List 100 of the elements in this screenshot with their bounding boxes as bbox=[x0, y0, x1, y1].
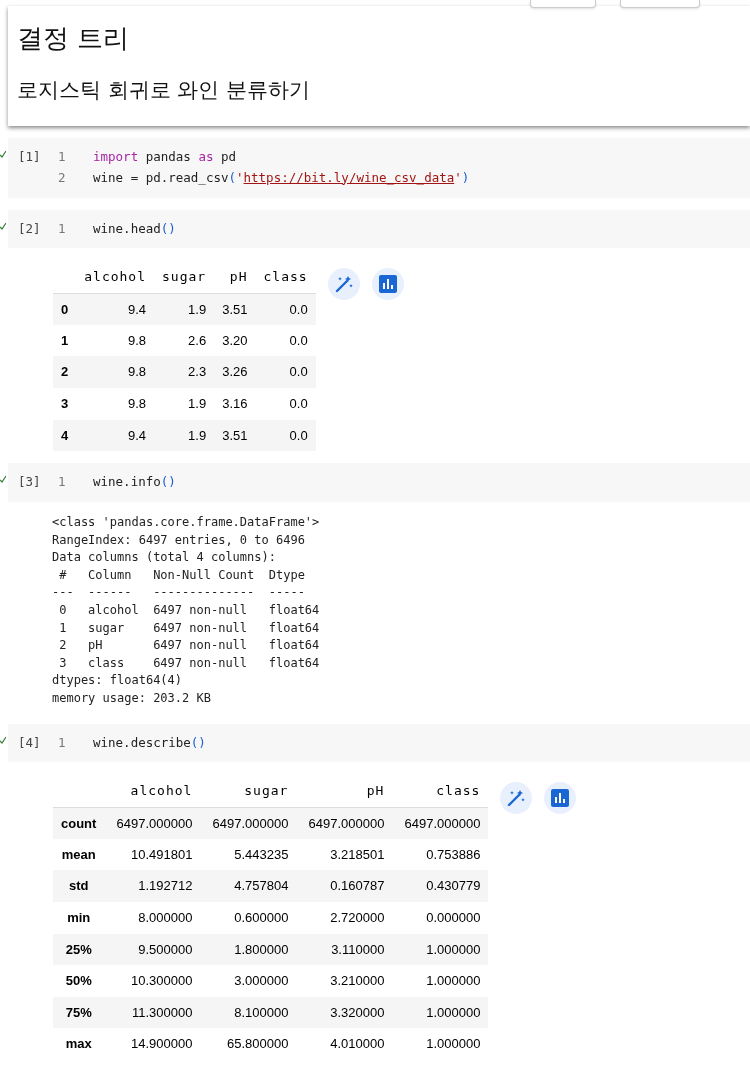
table-cell: 1.000000 bbox=[392, 996, 489, 1029]
code-cell[interactable]: [3] 1 wine.info() bbox=[8, 463, 750, 502]
table-cell: 10.491801 bbox=[104, 838, 201, 871]
table-cell: 1.000000 bbox=[392, 933, 489, 966]
output-line: 1 sugar 6497 non-null float64 bbox=[58, 619, 321, 637]
table-cell: 3.320000 bbox=[296, 996, 393, 1029]
table-cell: 5.443235 bbox=[200, 838, 297, 871]
output-line: 3 class 6497 non-null float64 bbox=[58, 654, 321, 672]
execution-count: [2] bbox=[17, 219, 42, 238]
table-cell: 1.000000 bbox=[392, 1028, 489, 1060]
check-icon bbox=[0, 735, 6, 744]
magic-wand-button[interactable] bbox=[500, 782, 533, 815]
subheading: 로지스틱 회귀로 와인 분류하기 bbox=[17, 77, 312, 104]
output-line: # Column Non-Null Count Dtype bbox=[58, 566, 306, 584]
line-number: 1 bbox=[58, 148, 67, 166]
check-icon bbox=[0, 475, 6, 484]
table-cell: 3.16 bbox=[214, 388, 256, 420]
table-cell: 2.3 bbox=[154, 356, 215, 389]
table-cell: 1.800000 bbox=[200, 933, 297, 966]
row-index: 25% bbox=[53, 933, 105, 966]
output-line: Data columns (total 4 columns): bbox=[52, 549, 277, 567]
code-cell[interactable]: [2] 1 wine.head() bbox=[8, 209, 750, 249]
code-line: import pandas as pd bbox=[93, 148, 236, 166]
magic-wand-button[interactable] bbox=[327, 268, 360, 301]
table-cell: 10.300000 bbox=[104, 965, 201, 997]
row-index: mean bbox=[53, 838, 105, 871]
table-cell: 8.100000 bbox=[200, 996, 297, 1029]
column-header: alcohol bbox=[104, 774, 201, 808]
table-cell: 3.110000 bbox=[296, 933, 393, 966]
table-cell: 3.20 bbox=[214, 324, 256, 357]
text-cell[interactable]: 결정 트리 로지스틱 회귀로 와인 분류하기 bbox=[8, 6, 750, 126]
output-line: <class 'pandas.core.frame.DataFrame'> bbox=[52, 513, 321, 531]
row-index: 4 bbox=[53, 419, 77, 452]
table-cell: 3.51 bbox=[214, 419, 256, 452]
check-icon bbox=[0, 221, 6, 230]
output-line: dtypes: float64(4) bbox=[52, 672, 184, 690]
line-number: 1 bbox=[58, 473, 67, 492]
table-cell: 1.192712 bbox=[104, 870, 201, 903]
row-index: min bbox=[53, 902, 105, 934]
table-cell: 0.0 bbox=[255, 356, 316, 389]
row-index: 0 bbox=[53, 293, 77, 325]
row-index: 2 bbox=[53, 356, 77, 389]
table-cell: 0.000000 bbox=[392, 902, 489, 934]
row-index: count bbox=[53, 807, 105, 839]
table-cell: 0.753886 bbox=[392, 838, 489, 871]
magic-wand-icon bbox=[506, 788, 527, 809]
code-line: wine.head() bbox=[93, 219, 176, 238]
code-cell[interactable]: [4] 1 wine.describe() bbox=[8, 723, 750, 763]
table-cell: 8.000000 bbox=[104, 902, 201, 934]
table-cell: 3.210000 bbox=[296, 965, 393, 997]
table-cell: 4.010000 bbox=[296, 1028, 393, 1060]
table-cell: 0.0 bbox=[255, 293, 316, 325]
table-cell: 1.9 bbox=[154, 419, 215, 452]
table-cell: 0.0 bbox=[255, 419, 316, 452]
code-cell[interactable]: [1] 1 import pandas as pd 2 wine = pd.read_csv('https://bit.ly/wine_csv_data') bbox=[8, 138, 750, 198]
table-cell: 6497.000000 bbox=[104, 807, 201, 839]
bar-chart-icon bbox=[378, 275, 397, 294]
table-cell: 6497.000000 bbox=[296, 807, 393, 839]
column-header: class bbox=[255, 260, 316, 294]
column-header: sugar bbox=[154, 260, 215, 294]
check-icon bbox=[0, 150, 6, 158]
table-cell: 65.800000 bbox=[200, 1028, 297, 1060]
column-header: sugar bbox=[200, 774, 297, 808]
table-cell: 3.26 bbox=[214, 356, 256, 389]
chart-button[interactable] bbox=[371, 268, 404, 301]
table-cell: 11.300000 bbox=[104, 996, 201, 1029]
table-cell: 0.0 bbox=[255, 324, 316, 357]
table-cell: 9.8 bbox=[76, 324, 155, 357]
execution-count: [4] bbox=[17, 733, 42, 752]
table-cell: 1.9 bbox=[154, 293, 215, 325]
execution-count: [1] bbox=[17, 148, 42, 166]
table-cell: 4.757804 bbox=[200, 870, 297, 903]
row-index: 50% bbox=[53, 965, 105, 997]
table-cell: 9.4 bbox=[76, 293, 155, 325]
code-line: wine.info() bbox=[93, 473, 176, 492]
column-header: pH bbox=[296, 774, 393, 808]
output-line: memory usage: 203.2 KB bbox=[52, 689, 212, 707]
table-cell: 2.720000 bbox=[296, 902, 393, 934]
table-cell: 0.0 bbox=[255, 388, 316, 420]
row-index: 75% bbox=[53, 996, 105, 1029]
heading: 결정 트리 bbox=[17, 22, 131, 54]
table-cell: 9.500000 bbox=[104, 933, 201, 966]
column-header: alcohol bbox=[76, 260, 155, 294]
output-line: 2 pH 6497 non-null float64 bbox=[58, 637, 321, 655]
table-cell: 1.9 bbox=[154, 388, 215, 420]
table-cell: 0.600000 bbox=[200, 902, 297, 934]
line-number: 2 bbox=[58, 168, 67, 187]
table-cell: 0.430779 bbox=[392, 870, 489, 903]
row-index: std bbox=[53, 870, 105, 903]
table-cell: 9.8 bbox=[76, 388, 155, 420]
table-cell: 6497.000000 bbox=[200, 807, 297, 839]
table-cell: 2.6 bbox=[154, 324, 215, 357]
chart-button[interactable] bbox=[544, 782, 577, 815]
table-cell: 3.218501 bbox=[296, 838, 393, 871]
table-cell: 9.4 bbox=[76, 419, 155, 452]
table-cell: 14.900000 bbox=[104, 1028, 201, 1060]
row-index: 1 bbox=[53, 324, 77, 357]
row-index: 3 bbox=[53, 388, 77, 420]
bar-chart-icon bbox=[551, 789, 570, 808]
code-line: wine = pd.read_csv('https://bit.ly/wine_csv_data') bbox=[93, 168, 470, 187]
